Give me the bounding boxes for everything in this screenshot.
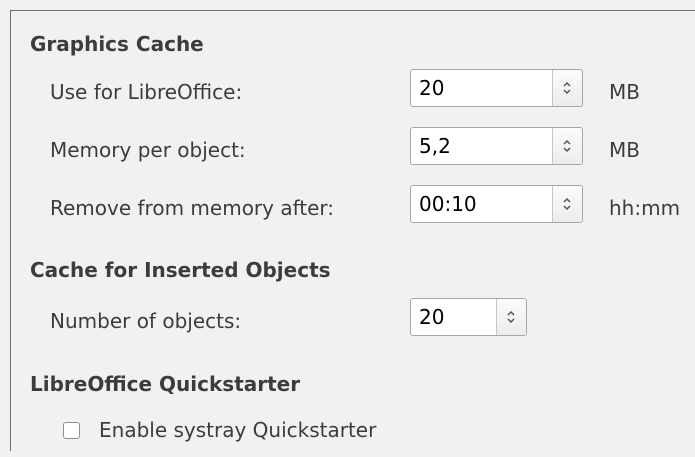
remove-after-unit: hh:mm	[609, 196, 681, 220]
memory-per-object-spinbox[interactable]: 5,2	[410, 127, 583, 165]
inserted-objects-cache-heading: Cache for Inserted Objects	[30, 258, 331, 282]
use-for-libreoffice-unit: MB	[609, 80, 640, 104]
graphics-cache-heading: Graphics Cache	[30, 32, 204, 56]
spin-up-down-icon	[563, 81, 571, 95]
use-for-libreoffice-spinbox[interactable]: 20	[410, 69, 583, 107]
enable-systray-checkbox[interactable]	[63, 422, 80, 439]
quickstarter-heading: LibreOffice Quickstarter	[30, 372, 301, 396]
memory-per-object-label: Memory per object:	[50, 138, 246, 162]
remove-after-spin-buttons[interactable]	[552, 186, 582, 222]
number-of-objects-label: Number of objects:	[50, 309, 242, 333]
spin-up-down-icon	[563, 139, 571, 153]
use-for-libreoffice-spin-buttons[interactable]	[552, 70, 582, 106]
number-of-objects-spin-buttons[interactable]	[496, 299, 526, 335]
number-of-objects-spinbox[interactable]: 20	[410, 298, 527, 336]
memory-per-object-unit: MB	[609, 138, 640, 162]
remove-after-value[interactable]: 00:10	[419, 192, 477, 216]
memory-per-object-value[interactable]: 5,2	[419, 134, 451, 158]
enable-systray-label[interactable]: Enable systray Quickstarter	[99, 418, 376, 442]
number-of-objects-value[interactable]: 20	[419, 305, 444, 329]
remove-after-spinbox[interactable]: 00:10	[410, 185, 583, 223]
use-for-libreoffice-label: Use for LibreOffice:	[50, 80, 243, 104]
memory-per-object-spin-buttons[interactable]	[552, 128, 582, 164]
spin-up-down-icon	[507, 310, 515, 324]
remove-after-label: Remove from memory after:	[50, 196, 335, 220]
use-for-libreoffice-value[interactable]: 20	[419, 76, 444, 100]
spin-up-down-icon	[563, 197, 571, 211]
